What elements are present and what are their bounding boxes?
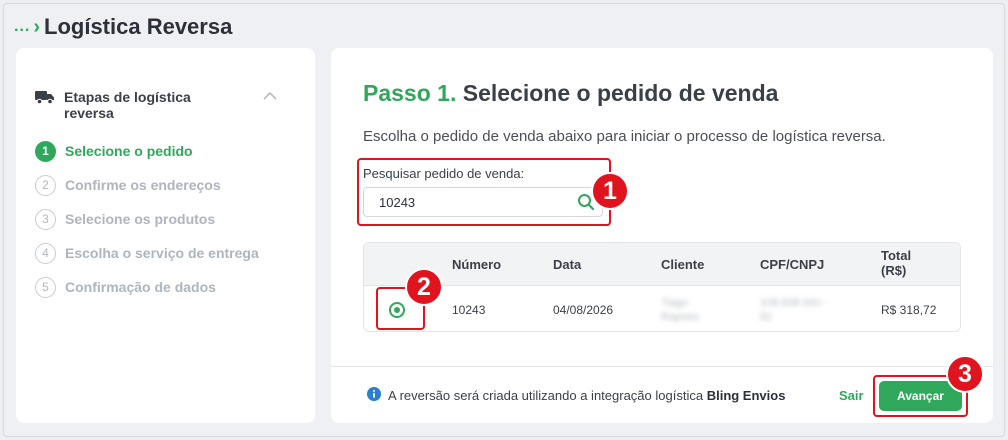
table-row[interactable]: 10243 04/08/2026 Tiago Raposo 108.838.04… (364, 285, 960, 331)
step-item-confirm-addresses: 2 Confirme os endereços (35, 168, 259, 202)
step-item-select-order: 1 Selecione o pedido (35, 134, 259, 168)
step-number-badge: 4 (35, 242, 56, 264)
annotation-badge-1: 1 (591, 172, 629, 210)
annotation-badge-3: 3 (946, 355, 984, 393)
integration-info-text: A reversão será criada utilizando a inte… (388, 388, 704, 403)
main-panel: Passo 1. Selecione o pedido de venda Esc… (331, 48, 993, 423)
breadcrumb-ellipsis[interactable]: ... (14, 18, 30, 36)
integration-name: Bling Envios (706, 388, 786, 403)
step-label: Selecione os produtos (65, 211, 216, 227)
table-header: Número Data Cliente CPF/CNPJ Total (R$) (364, 243, 960, 285)
orders-table: Número Data Cliente CPF/CNPJ Total (R$) … (363, 242, 961, 332)
step-item-data-confirmation: 5 Confirmação de dados (35, 270, 259, 304)
step-heading: Passo 1. Selecione o pedido de venda (363, 80, 778, 107)
chevron-up-icon[interactable] (263, 91, 277, 101)
chevron-right-icon: › (33, 16, 41, 38)
cell-cpf-cnpj: 108.838.041-81 (760, 297, 825, 323)
cell-total: R$ 318,72 (881, 303, 937, 317)
column-header-cliente: Cliente (661, 257, 705, 272)
column-header-data: Data (553, 257, 582, 272)
annotation-badge-2: 2 (405, 268, 443, 306)
steps-sidebar: Etapas de logística reversa 1 Selecione … (16, 48, 315, 423)
footer-divider (331, 366, 993, 367)
page-header: ... › Logística Reversa (14, 12, 232, 42)
column-header-total: Total (R$) (881, 248, 912, 278)
step-number-badge: 5 (35, 276, 56, 298)
step-prefix: Passo 1. (363, 80, 457, 106)
step-number-badge: 1 (35, 140, 56, 162)
exit-button[interactable]: Sair (839, 388, 864, 403)
column-header-numero: Número (452, 257, 502, 272)
step-label: Selecione o pedido (65, 143, 193, 159)
annotation-highlight-search (357, 158, 611, 226)
steps-section-header[interactable]: Etapas de logística reversa (35, 89, 295, 121)
cell-data: 04/08/2026 (553, 303, 614, 317)
step-number-badge: 3 (35, 208, 56, 230)
info-icon (367, 387, 381, 401)
steps-section-title: Etapas de logística reversa (64, 89, 191, 121)
steps-list: 1 Selecione o pedido 2 Confirme os ender… (35, 134, 259, 304)
step-label: Confirmação de dados (65, 279, 216, 295)
step-number-badge: 2 (35, 174, 56, 196)
column-header-cpf-cnpj: CPF/CNPJ (760, 257, 825, 272)
cell-cliente: Tiago Raposo (661, 297, 699, 323)
step-label: Escolha o serviço de entrega (65, 245, 259, 261)
page-title: Logística Reversa (44, 14, 233, 39)
step-description: Escolha o pedido de venda abaixo para in… (363, 128, 886, 145)
truck-icon (35, 91, 54, 105)
step-title: Selecione o pedido de venda (462, 80, 779, 106)
step-item-delivery-service: 4 Escolha o serviço de entrega (35, 236, 259, 270)
step-label: Confirme os endereços (65, 177, 221, 193)
step-item-select-products: 3 Selecione os produtos (35, 202, 259, 236)
integration-info: A reversão será criada utilizando a inte… (388, 388, 785, 403)
cell-numero: 10243 (452, 303, 486, 317)
